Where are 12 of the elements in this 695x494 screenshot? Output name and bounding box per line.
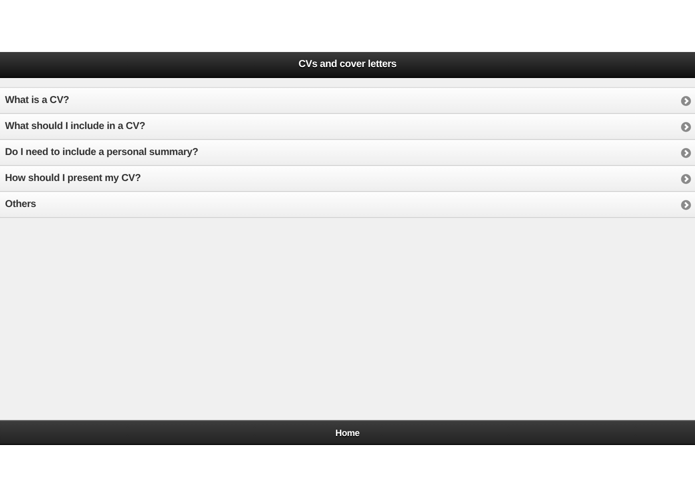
list-item[interactable]: What is a CV? bbox=[0, 88, 695, 114]
chevron-right-icon bbox=[681, 148, 691, 158]
list-item[interactable]: Do I need to include a personal summary? bbox=[0, 140, 695, 166]
chevron-right-icon bbox=[681, 122, 691, 132]
list-item[interactable]: How should I present my CV? bbox=[0, 166, 695, 192]
page-title: CVs and cover letters bbox=[298, 59, 397, 70]
list-item[interactable]: What should I include in a CV? bbox=[0, 114, 695, 140]
chevron-right-icon bbox=[681, 96, 691, 106]
home-tab[interactable]: Home bbox=[335, 428, 360, 438]
chevron-right-icon bbox=[681, 174, 691, 184]
list-item[interactable]: Others bbox=[0, 192, 695, 218]
chevron-right-icon bbox=[681, 200, 691, 210]
